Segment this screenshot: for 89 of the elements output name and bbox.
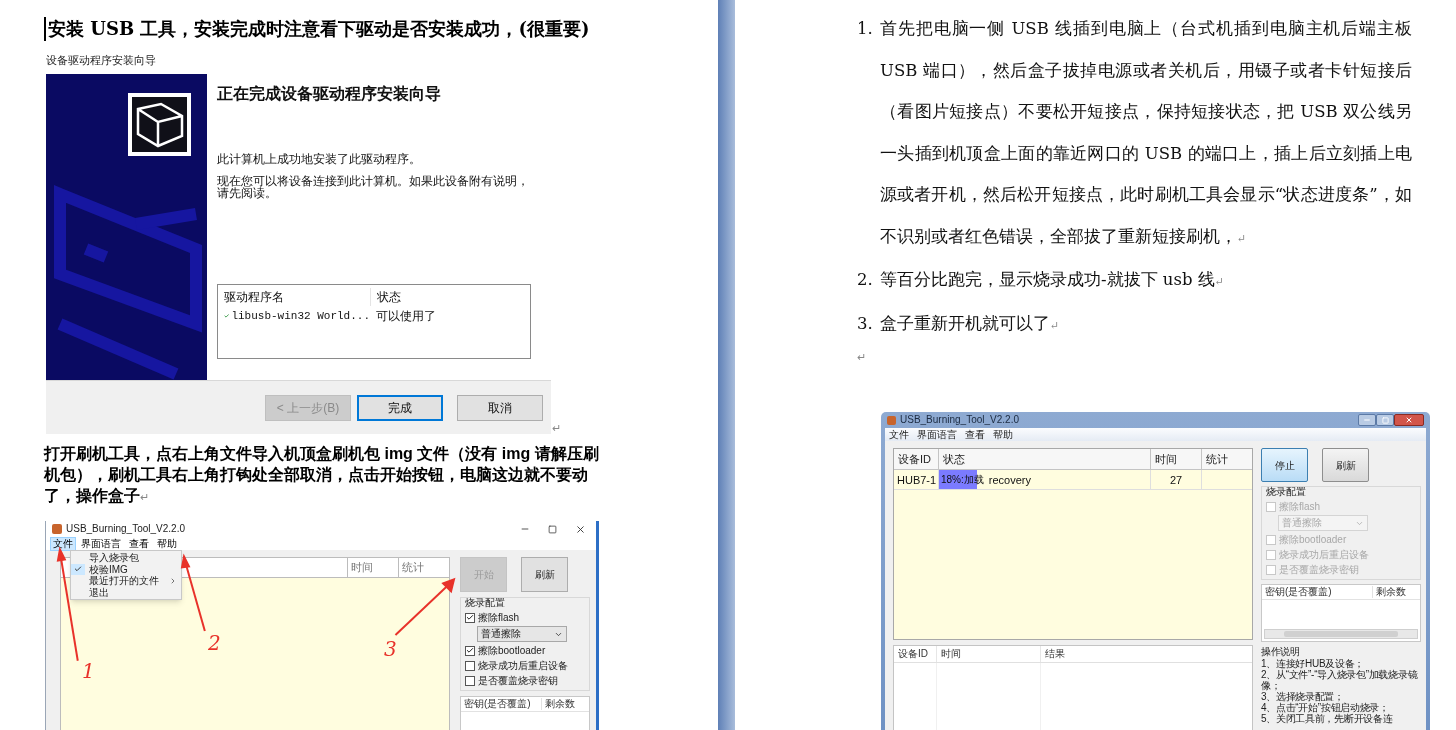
instruction-text: 1、连接好HUB及设备；	[1261, 658, 1366, 669]
handwritten-number: 1	[82, 661, 95, 681]
instruction-text: 3、选择烧录配置；	[1261, 691, 1345, 702]
option-label: 擦除bootloader	[478, 644, 546, 657]
column-header: 剩余数	[541, 698, 589, 710]
menu-item[interactable]: 查看	[126, 536, 152, 551]
menu-item[interactable]: 查看	[965, 428, 985, 441]
window-title: USB_Burning_Tool_V2.2.0	[900, 414, 1019, 426]
arrow	[394, 577, 456, 636]
checkbox[interactable]	[465, 612, 475, 623]
minimize-icon	[1363, 416, 1371, 424]
menu-entry[interactable]: 退出	[71, 586, 181, 598]
instruction-paragraph: 打开刷机工具，点右上角文件导入机顶盒刷机包 img 文件（没有 img 请解压刷机包），刷机工具右上角打钩处全部取消，点击开始按钮，电脑这边就不要动了，操作盒子↵	[44, 444, 600, 506]
column-header: 状态	[938, 449, 1150, 469]
table-cell-text: 可以使用了	[375, 308, 436, 325]
tool-button[interactable]: 停止	[1261, 448, 1308, 482]
minimize-button[interactable]	[1358, 414, 1376, 426]
column-header: 密钥(是否覆盖)	[463, 698, 532, 710]
list-item-text: 首先把电脑一侧 USB 线插到电脑上（台式机插到电脑主机后端主板 USB 端口），然后盒子拔掉电源或者关机后，用镊子或者卡针短接后（看图片短接点）不要松开短接点，保持短接状态，把 USB 双公线另一头插到机顶盒上面的靠近网口的 USB 的端口上，插上后立刻插上电源或者开机，然后松开短接点，此时刷机工具会显示“状态进度条”，如不识别或者红色错误，全部拔了重新短接刷机，↵	[880, 18, 1412, 248]
close-icon[interactable]	[575, 523, 586, 535]
menu-item[interactable]: 界面语言	[78, 536, 124, 551]
check-icon	[74, 565, 82, 574]
option-label: 擦除flash	[478, 611, 520, 624]
handwritten-number: 3	[384, 639, 397, 659]
tool-button[interactable]: 刷新	[1322, 448, 1369, 482]
table-cell: 27	[1150, 470, 1201, 489]
column-header: 剩余数	[1372, 586, 1420, 598]
column-header: 统计	[1201, 449, 1252, 469]
maximize-icon	[1381, 416, 1389, 424]
option-label: 擦除flash	[1279, 500, 1321, 513]
column-header: 状态	[370, 288, 524, 306]
heading: 安装 USB 工具，安装完成时注意看下驱动是否安装成功，(很重要)	[44, 17, 624, 41]
wizard-message: 现在您可以将设备连接到此计算机。如果此设备附有说明，请先阅读。	[217, 175, 530, 199]
group-title: 烧录配置	[1266, 486, 1307, 498]
option-label: 擦除bootloader	[1279, 533, 1347, 546]
menu-entry[interactable]: 校验IMG	[71, 563, 181, 575]
instruction-text: 4、点击“开始”按钮启动烧录；	[1261, 702, 1390, 713]
window-title: USB_Burning_Tool_V2.2.0	[66, 523, 185, 535]
chevron-right-icon	[169, 576, 177, 585]
wizard-message: 此计算机上成功地安装了此驱动程序。	[217, 152, 422, 166]
column-header: 时间	[1150, 449, 1201, 469]
app-icon	[52, 524, 62, 534]
paragraph-mark: ↵	[552, 422, 561, 434]
menu-item[interactable]: 帮助	[993, 428, 1013, 441]
list-number: 2.	[857, 269, 874, 291]
checkbox[interactable]	[465, 645, 475, 656]
column-header: 驱动程序名	[224, 289, 285, 306]
handwritten-number: 2	[208, 633, 221, 653]
dialog-button[interactable]: 完成	[357, 394, 443, 421]
menu-item[interactable]: 帮助	[154, 536, 180, 551]
menu-entry[interactable]: 导入烧录包	[71, 552, 181, 564]
close-icon	[1405, 416, 1413, 424]
column-header: 密钥(是否覆盖)	[1264, 586, 1333, 598]
wizard-title: 正在完成设备驱动程序安装向导	[217, 84, 442, 104]
instruction-text: 2、从“文件”-“导入烧录包”加载烧录镜像；	[1261, 669, 1419, 691]
close-button[interactable]	[1394, 414, 1424, 426]
column-header: 结果	[1040, 646, 1252, 662]
tool-button[interactable]: 刷新	[521, 557, 568, 592]
list-item-text: 等百分比跑完，显示烧录成功-就拔下 usb 线↵	[880, 269, 1225, 291]
option-label: 烧录成功后重启设备	[478, 659, 568, 672]
image-caption: 设备驱动程序安装向导	[46, 53, 157, 67]
menu-item[interactable]: 文件	[889, 428, 909, 441]
column-header: 设备ID	[897, 452, 932, 467]
section-title: 操作说明	[1261, 646, 1301, 658]
maximize-icon[interactable]	[548, 524, 557, 534]
menu-entry[interactable]: 最近打开的文件	[71, 575, 181, 587]
status-text: recovery	[988, 473, 1031, 486]
column-header: 时间	[347, 558, 398, 577]
paragraph-mark: ↵	[857, 350, 867, 365]
maximize-button[interactable]	[1376, 414, 1394, 426]
table-cell-text: HUB7-1	[896, 473, 938, 488]
option-label: 是否覆盖烧录密钥	[1279, 563, 1359, 576]
option-label: 是否覆盖烧录密钥	[478, 674, 558, 687]
column-header: 统计	[398, 558, 449, 577]
column-header: 时间	[936, 646, 1040, 662]
dialog-button[interactable]: 取消	[457, 394, 543, 421]
list-number: 3.	[857, 312, 874, 335]
instruction-text: 5、关闭工具前，先断开设备连	[1261, 713, 1394, 724]
list-item-text: 盒子重新开机就可以了↵	[880, 312, 1061, 335]
device-icon	[128, 93, 191, 156]
column-header: 设备ID	[897, 647, 929, 661]
table-cell-text: libusb-win32 World...	[231, 308, 370, 324]
menu-item[interactable]: 界面语言	[917, 428, 957, 441]
checkbox[interactable]	[465, 675, 475, 686]
app-icon	[887, 415, 896, 425]
checkbox[interactable]	[465, 660, 475, 671]
list-number: 1.	[857, 18, 874, 40]
group-title: 烧录配置	[465, 597, 506, 609]
select-field[interactable]: 普通擦除	[477, 626, 567, 642]
